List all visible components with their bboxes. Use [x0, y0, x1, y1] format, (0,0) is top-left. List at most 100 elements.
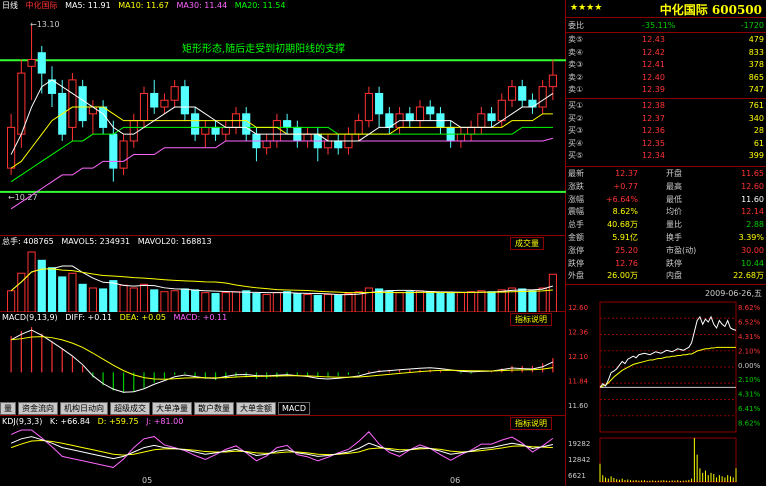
ask-price: 12.40	[642, 72, 665, 82]
macd-pane[interactable]: MACD(9,13,9) DIFF: +0.11 DEA: +0.05 MACD…	[0, 312, 566, 402]
tab-big-amount[interactable]: 大单金额	[236, 402, 276, 415]
tab-big-net[interactable]: 大单净量	[152, 402, 192, 415]
ma-legend: 日线 中化国际 MA5: 11.91 MA10: 11.67 MA30: 11.…	[0, 0, 290, 12]
candle-body	[17, 72, 26, 135]
stat-row[interactable]: 总手 40.68万 量比 2.88	[566, 219, 766, 230]
ma10-line	[10, 106, 553, 169]
stat-label: 震幅	[568, 207, 584, 217]
intraday-volume-frame	[599, 437, 737, 483]
candle-body	[160, 99, 169, 108]
stat-row[interactable]: 最新 12.37 开盘 11.65	[566, 168, 766, 179]
kdj-pane[interactable]: KDJ(9,3,3) K: +66.84 D: +59.75 J: +81.00…	[0, 415, 566, 475]
stat-row[interactable]: 涨幅 +6.64% 最低 11.60	[566, 194, 766, 205]
candle-body	[548, 74, 557, 88]
stat-label-2: 换手	[666, 233, 682, 242]
volume-bar	[415, 290, 425, 312]
ask-row[interactable]: 卖④ 12.42 833	[566, 47, 766, 58]
tab-fund-flow[interactable]: 资金流向	[18, 402, 58, 415]
bid-volume: 399	[748, 151, 764, 160]
volume-bar	[395, 292, 404, 312]
ask-volume: 833	[748, 47, 764, 57]
main-chart-pane[interactable]: 日线 中化国际 MA5: 11.91 MA10: 11.67 MA30: 11.…	[0, 0, 566, 236]
stat-row[interactable]: 涨跌 +0.77 最高 12.60	[566, 181, 766, 192]
volume-bar	[7, 290, 16, 312]
stat-value-2: 10.44	[741, 258, 764, 268]
candle-body	[467, 126, 476, 135]
ask-volume: 747	[748, 85, 764, 94]
volume-chart[interactable]	[0, 248, 566, 312]
volume-pane[interactable]: 总手: 408765 MAVOL5: 234931 MAVOL20: 16881…	[0, 236, 566, 312]
tab-macd[interactable]: MACD	[278, 402, 310, 415]
candle-body	[426, 106, 435, 115]
tab-retail-count[interactable]: 散户数量	[194, 402, 234, 415]
stat-value: 25.20	[615, 245, 638, 255]
bid-row[interactable]: 买④ 12.35 61	[566, 138, 766, 149]
ask-row[interactable]: 卖⑤ 12.43 479	[566, 34, 766, 45]
stat-row[interactable]: 震幅 8.62% 均价 12.14	[566, 206, 766, 217]
bid-row[interactable]: 买⑤ 12.34 399	[566, 150, 766, 161]
k-label: K: +66.84	[49, 417, 91, 426]
k-line	[10, 436, 553, 460]
tab-super-trades[interactable]: 超级成交	[110, 402, 150, 415]
volume-bar	[99, 288, 108, 312]
candle-body	[211, 126, 220, 135]
stat-value-2: 12.14	[741, 207, 764, 217]
weibi-row: 委比 -35.11% -1720	[568, 21, 764, 30]
stat-label: 金额	[568, 233, 584, 242]
stat-value-2: 3.39%	[738, 233, 764, 242]
intraday-chart[interactable]: 12.60 12.36 12.10 11.84 11.60 8.62% 6.52% 4.31%…	[566, 298, 766, 486]
tab-volume[interactable]: 量	[0, 402, 16, 415]
stat-row[interactable]: 外盘 26.00万 内盘 22.68万	[566, 270, 766, 281]
intraday-volume-tick: 6621	[568, 472, 586, 480]
volume-bar	[252, 293, 261, 312]
stat-row[interactable]: 跌停 12.76 跌停 10.44	[566, 258, 766, 269]
macd-chart[interactable]	[0, 324, 566, 402]
candle-body	[191, 113, 200, 135]
quote-header: ★★★★ 中化国际 600500	[566, 0, 766, 18]
kdj-chart[interactable]	[0, 428, 566, 476]
bid-volume: 61	[753, 138, 764, 148]
bid-level-label: 买③	[568, 126, 584, 135]
bid-level-label: 买①	[568, 101, 584, 110]
intraday-volume-tick: 19282	[568, 440, 590, 448]
volume-bar	[272, 292, 281, 312]
tab-institution[interactable]: 机构日动向	[60, 402, 108, 415]
period-label[interactable]: 日线	[2, 1, 18, 10]
stat-value: 12.76	[615, 258, 638, 268]
stat-label-2: 最低	[666, 194, 682, 204]
intraday-pane[interactable]: 12.60 12.36 12.10 11.84 11.60 8.62% 6.52% 4.31%…	[566, 298, 766, 486]
ask-row[interactable]: 卖② 12.40 865	[566, 72, 766, 83]
bid-row[interactable]: 买③ 12.36 28	[566, 125, 766, 136]
stock-title: 中化国际 600500	[659, 3, 762, 17]
stat-label-2: 最高	[666, 181, 682, 191]
ask-level-label: 卖①	[568, 85, 584, 94]
ma5-label: MA5: 11.91	[65, 1, 111, 10]
stat-row[interactable]: 金额 5.91亿 换手 3.39%	[566, 232, 766, 243]
candle-body	[415, 106, 425, 122]
candle-body	[477, 113, 486, 128]
macd-params-label: MACD(9,13,9)	[2, 313, 58, 322]
stat-row[interactable]: 涨停 25.20 市盈(动) 30.00	[566, 245, 766, 256]
mavol20-label: MAVOL20: 168813	[137, 237, 212, 246]
candle-body	[139, 92, 149, 122]
intraday-price-line	[599, 315, 737, 388]
candle-body	[334, 140, 343, 149]
mavol5-label: MAVOL5: 234931	[61, 237, 131, 246]
high-price-marker: ←13.10	[30, 20, 60, 29]
volume-bar	[231, 291, 241, 312]
stat-value: 5.91亿	[612, 233, 638, 242]
ask-level-label: 卖②	[568, 72, 584, 82]
stat-value: 26.00万	[607, 271, 638, 281]
ask-row[interactable]: 卖① 12.39 747	[566, 84, 766, 95]
volume-bar	[518, 288, 527, 312]
candle-body	[375, 92, 384, 115]
bid-row[interactable]: 买② 12.37 340	[566, 113, 766, 124]
stat-value-2: 22.68万	[733, 271, 764, 281]
bid-row[interactable]: 买① 12.38 761	[566, 100, 766, 111]
intraday-price-tick: 12.60	[568, 304, 588, 312]
candle-body	[487, 113, 496, 122]
bid-volume: 28	[753, 126, 764, 135]
intraday-pct-tick: 6.41%	[738, 405, 761, 413]
ask-row[interactable]: 卖③ 12.41 378	[566, 59, 766, 70]
volume-bar	[109, 280, 118, 312]
